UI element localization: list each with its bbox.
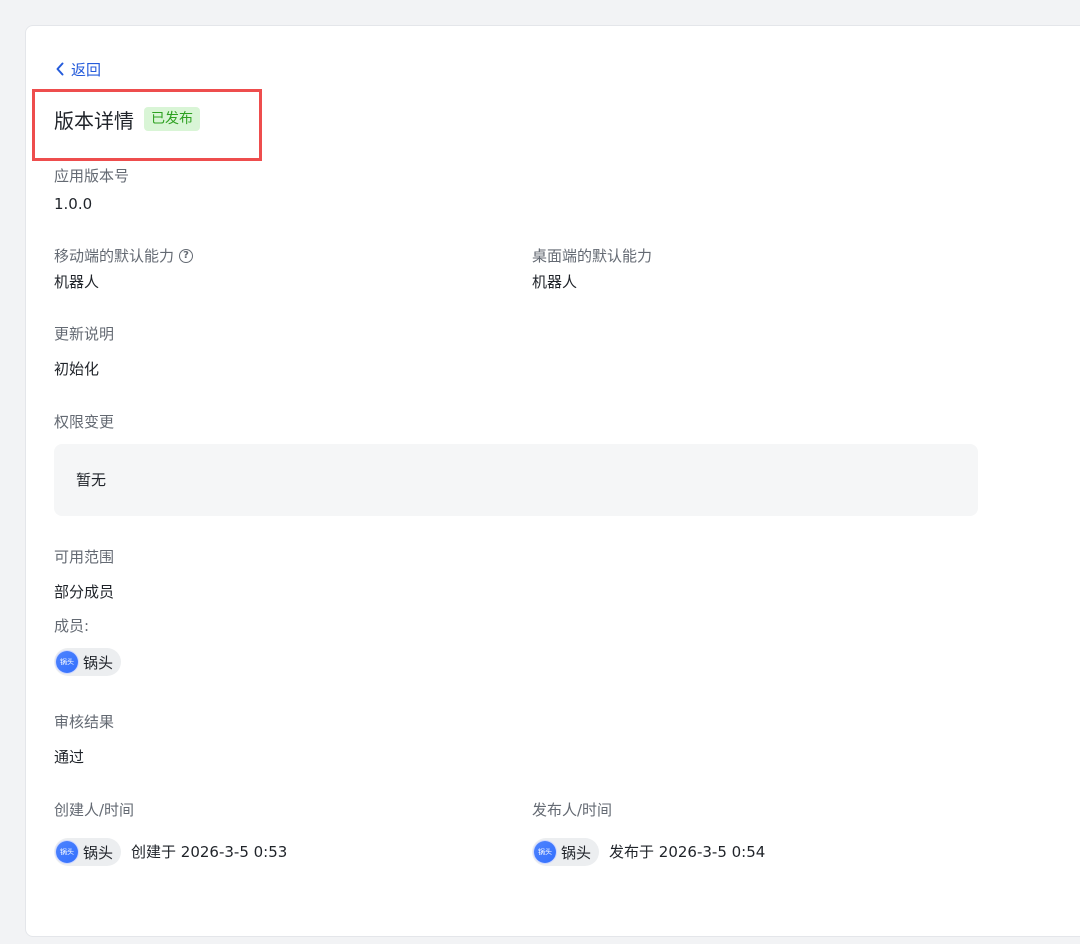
avatar: 锅头 bbox=[56, 651, 78, 673]
version-detail-card: 返回 版本详情 已发布 应用版本号 1.0.0 移动端的默认能力 ? 机器人 桌… bbox=[25, 25, 1080, 937]
permissions-value: 暂无 bbox=[76, 471, 107, 489]
status-badge: 已发布 bbox=[144, 107, 200, 131]
mobile-capability-value: 机器人 bbox=[54, 273, 100, 291]
member-chip[interactable]: 锅头 锅头 bbox=[54, 648, 122, 676]
published-time: 发布于 2026-3-5 0:54 bbox=[609, 843, 766, 861]
creator-name: 锅头 bbox=[83, 843, 114, 862]
page-header: 版本详情 已发布 bbox=[54, 105, 200, 133]
publisher-name: 锅头 bbox=[561, 843, 592, 862]
review-label: 审核结果 bbox=[54, 713, 115, 731]
member-name: 锅头 bbox=[83, 653, 114, 672]
creator-label: 创建人/时间 bbox=[54, 801, 135, 819]
mobile-capability-label-text: 移动端的默认能力 bbox=[54, 247, 175, 265]
review-value: 通过 bbox=[54, 748, 85, 766]
creator-chip[interactable]: 锅头 锅头 bbox=[54, 838, 122, 866]
version-label: 应用版本号 bbox=[54, 167, 130, 185]
permissions-box: 暂无 bbox=[54, 444, 978, 516]
members-label: 成员: bbox=[54, 617, 90, 635]
avatar: 锅头 bbox=[534, 841, 556, 863]
chevron-left-icon bbox=[56, 62, 64, 76]
permissions-label: 权限变更 bbox=[54, 413, 115, 431]
back-link-label: 返回 bbox=[71, 60, 102, 79]
avatar: 锅头 bbox=[56, 841, 78, 863]
desktop-capability-value: 机器人 bbox=[532, 273, 578, 291]
member-list: 锅头 锅头 bbox=[54, 648, 122, 676]
creator-row: 锅头 锅头 创建于 2026-3-5 0:53 bbox=[54, 838, 287, 866]
version-value: 1.0.0 bbox=[54, 195, 93, 213]
publisher-row: 锅头 锅头 发布于 2026-3-5 0:54 bbox=[532, 838, 765, 866]
availability-value: 部分成员 bbox=[54, 583, 115, 601]
availability-label: 可用范围 bbox=[54, 548, 115, 566]
mobile-capability-label: 移动端的默认能力 ? bbox=[54, 246, 194, 266]
created-time: 创建于 2026-3-5 0:53 bbox=[131, 843, 288, 861]
question-circle-icon[interactable]: ? bbox=[179, 249, 194, 263]
release-notes-value: 初始化 bbox=[54, 360, 100, 378]
back-link[interactable]: 返回 bbox=[55, 58, 101, 80]
desktop-capability-label: 桌面端的默认能力 bbox=[532, 247, 653, 265]
publisher-chip[interactable]: 锅头 锅头 bbox=[532, 838, 600, 866]
publisher-label: 发布人/时间 bbox=[532, 801, 613, 819]
page-title: 版本详情 bbox=[54, 108, 134, 133]
release-notes-label: 更新说明 bbox=[54, 325, 115, 343]
